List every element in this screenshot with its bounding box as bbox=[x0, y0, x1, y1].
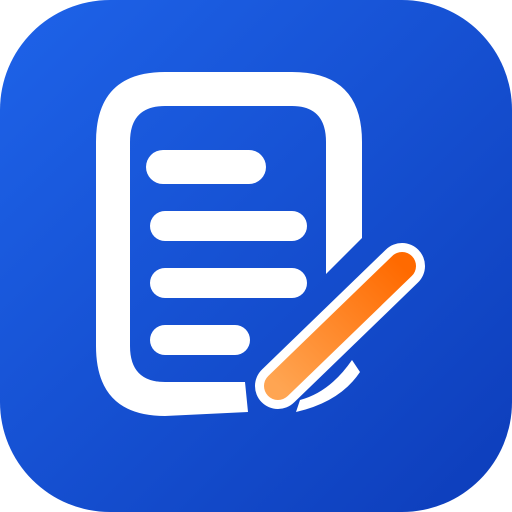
document-line bbox=[150, 325, 250, 355]
app-icon[interactable] bbox=[0, 0, 512, 512]
document-line bbox=[150, 211, 307, 241]
document-edit-icon bbox=[0, 0, 512, 512]
document-line bbox=[150, 268, 307, 298]
document-line bbox=[146, 150, 266, 184]
